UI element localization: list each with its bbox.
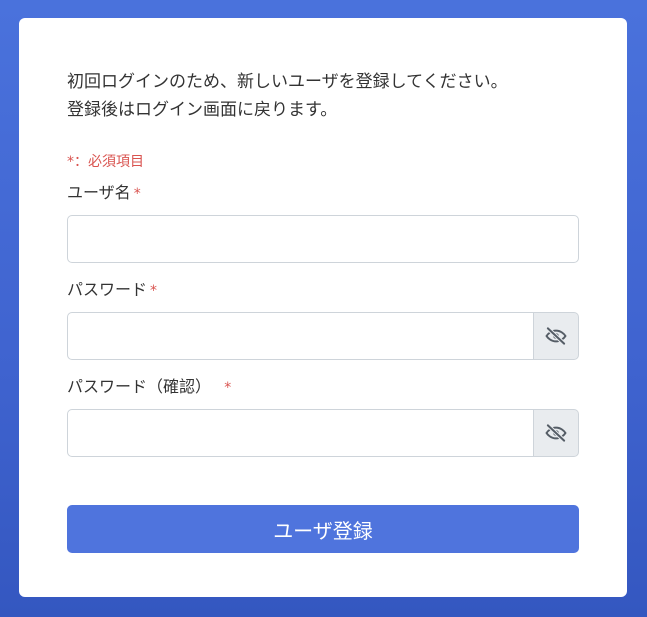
password-visibility-toggle[interactable] — [534, 312, 579, 360]
register-user-button[interactable]: ユーザ登録 — [67, 505, 579, 553]
intro-line-1: 初回ログインのため、新しいユーザを登録してください。 — [67, 72, 508, 92]
username-label-text: ユーザ名 — [67, 183, 131, 202]
eye-slash-icon — [545, 424, 567, 442]
password-label-text: パスワード — [67, 280, 148, 299]
password-label: パスワード * — [67, 279, 579, 302]
required-mark: * — [224, 380, 232, 396]
password-confirm-label: パスワード（確認） * — [67, 376, 579, 399]
password-confirm-input[interactable] — [67, 409, 534, 457]
intro-line-2: 登録後はログイン画面に戻ります。 — [67, 100, 338, 120]
username-label: ユーザ名 * — [67, 182, 579, 205]
required-note: *：必須項目 — [67, 154, 144, 170]
username-input[interactable] — [67, 215, 579, 263]
required-mark: * — [133, 186, 141, 202]
eye-slash-icon — [545, 327, 567, 345]
password-confirm-label-text: パスワード（確認） — [67, 377, 212, 396]
password-confirm-input-group — [67, 409, 579, 457]
password-input[interactable] — [67, 312, 534, 360]
registration-card: 初回ログインのため、新しいユーザを登録してください。 登録後はログイン画面に戻り… — [19, 18, 627, 597]
password-input-group — [67, 312, 579, 360]
intro-text: 初回ログインのため、新しいユーザを登録してください。 登録後はログイン画面に戻り… — [67, 68, 579, 124]
required-mark: * — [150, 283, 158, 299]
password-confirm-visibility-toggle[interactable] — [534, 409, 579, 457]
